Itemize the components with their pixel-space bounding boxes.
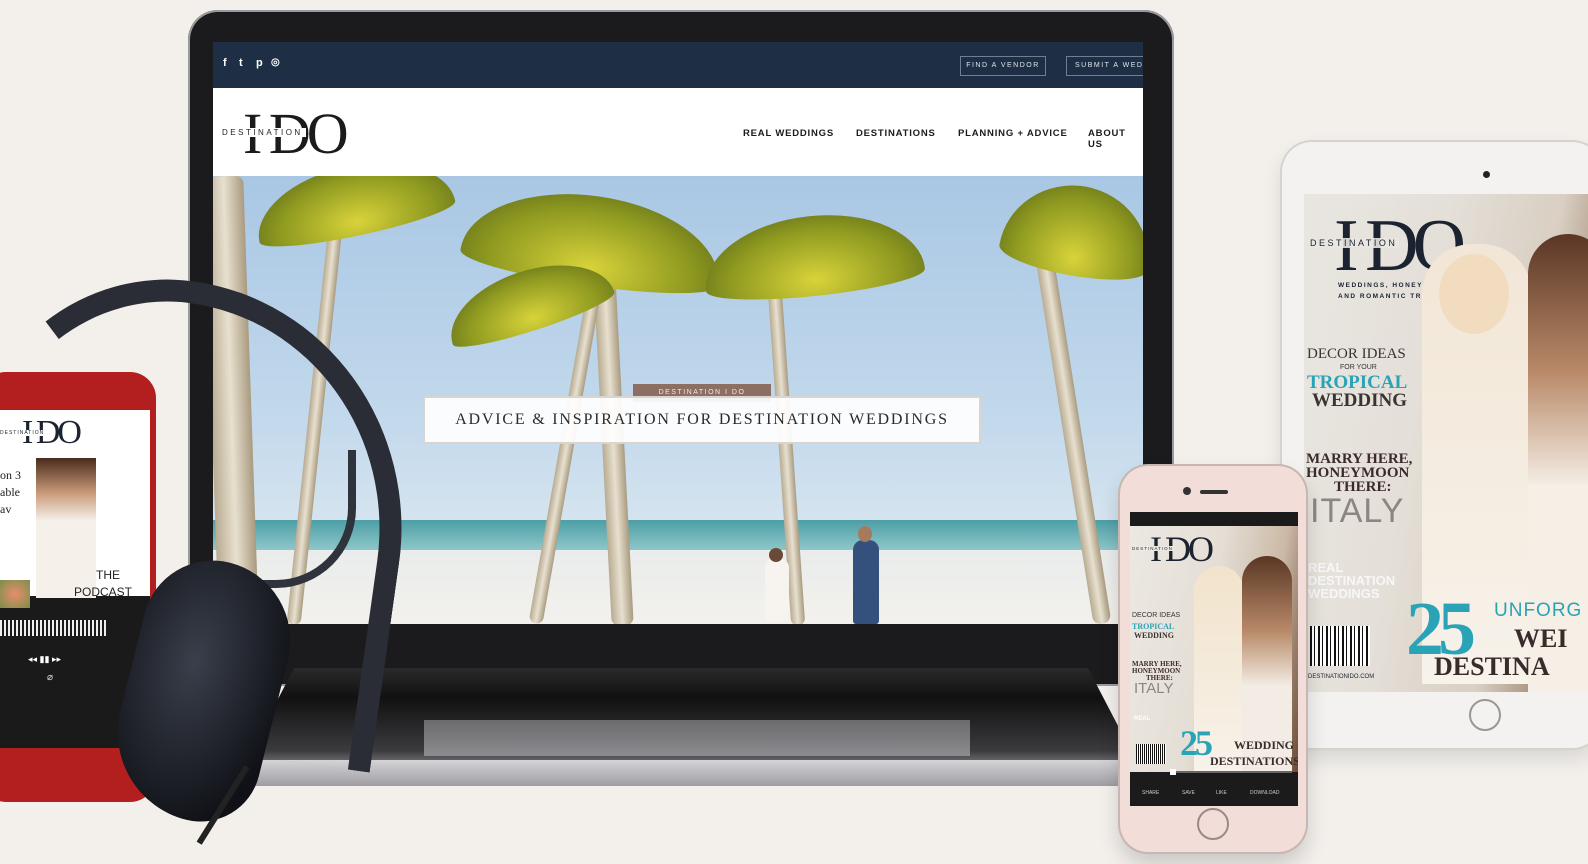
bride-blonde-face <box>1439 254 1509 334</box>
cover-line-decor: DECOR IDEAS <box>1307 346 1406 362</box>
phone-speaker <box>1200 490 1228 494</box>
phone-screen: I DO DESTINATION DECOR IDEAS TROPICAL WE… <box>1130 512 1298 806</box>
facebook-icon[interactable]: f <box>223 57 227 69</box>
phone-magazine-cover: I DO DESTINATION DECOR IDEAS TROPICAL WE… <box>1130 526 1298 772</box>
phone-cover-line: TROPICAL <box>1132 622 1175 631</box>
phone-cover-line: DESTINATIONS <box>1210 754 1298 768</box>
groom-figure <box>853 540 879 624</box>
instagram-icon[interactable]: ◎ <box>271 57 280 68</box>
page-slider[interactable] <box>1172 771 1292 773</box>
phone-camera-icon <box>1183 487 1191 495</box>
phone-cover-line: REAL <box>1134 716 1151 722</box>
phone-cover-line: DECOR IDEAS <box>1132 612 1181 619</box>
cover-line-decor: WEDDING <box>1312 390 1408 411</box>
phone-cover-line: WEDDING <box>1134 631 1175 640</box>
nav-planning-advice[interactable]: PLANNING + ADVICE <box>958 128 1068 139</box>
site-header: I DO DESTINATION REAL WEDDINGS DESTINATI… <box>213 88 1143 176</box>
find-a-vendor-button[interactable]: FIND A VENDOR <box>960 56 1046 76</box>
tablet-camera-icon <box>1483 171 1490 178</box>
nav-destinations[interactable]: DESTINATIONS <box>856 128 936 139</box>
phone-cover-line: ITALY <box>1134 680 1174 697</box>
nav-real-weddings[interactable]: REAL WEDDINGS <box>743 128 834 139</box>
site-top-bar: f t p ◎ FIND A VENDOR SUBMIT A WEDI <box>213 42 1143 88</box>
tablet-home-button[interactable] <box>1469 699 1501 731</box>
bride-head <box>769 548 783 562</box>
phone-cover-logo-word: DESTINATION <box>1132 546 1173 551</box>
cover-line-italy: ITALY <box>1310 492 1405 530</box>
cover-line-unforgettable: UNFORG <box>1494 600 1583 621</box>
palm-fronds <box>247 176 459 257</box>
like-button[interactable]: LIKE <box>1216 790 1227 796</box>
phone-cover-line: WEDDING <box>1234 738 1295 752</box>
palm-fronds <box>699 204 927 308</box>
bride-figure <box>765 558 789 622</box>
save-button[interactable]: SAVE <box>1182 790 1195 796</box>
magazine-logo-word: DESTINATION <box>1308 238 1400 248</box>
cover-line-real: WEDDINGS <box>1308 586 1380 601</box>
page-indicator: 1/134 <box>1148 768 1164 774</box>
groom-head <box>858 526 872 542</box>
phone-cover-big-number: 25 <box>1180 723 1213 763</box>
tablet-magazine-cover: I DO DESTINATION WEDDINGS, HONEYMOONS AN… <box>1304 194 1588 692</box>
twitter-icon[interactable]: t <box>239 57 243 69</box>
submit-a-wedding-button[interactable]: SUBMIT A WEDI <box>1066 56 1143 76</box>
hero-caption: ADVICE & INSPIRATION FOR DESTINATION WED… <box>423 396 981 444</box>
download-button[interactable]: DOWNLOAD <box>1250 790 1279 796</box>
phone-home-button[interactable] <box>1197 808 1229 840</box>
site-logo-word[interactable]: DESTINATION <box>219 128 306 137</box>
page-slider-thumb[interactable] <box>1172 771 1174 773</box>
laptop-trackpad <box>424 720 970 756</box>
cover-line-decor: FOR YOUR <box>1340 364 1377 371</box>
palm-fronds <box>996 176 1143 289</box>
nav-about-us[interactable]: ABOUT US <box>1088 128 1143 150</box>
cover-line-destinations: DESTINA <box>1434 652 1550 681</box>
phone-cover-barcode <box>1136 744 1166 764</box>
cover-url: DESTINATIONIDO.COM <box>1308 674 1375 680</box>
barcode <box>1310 626 1370 666</box>
share-button[interactable]: SHARE <box>1142 790 1159 796</box>
pinterest-icon[interactable]: p <box>256 57 263 69</box>
cover-line-wedding: WEI <box>1514 624 1568 653</box>
